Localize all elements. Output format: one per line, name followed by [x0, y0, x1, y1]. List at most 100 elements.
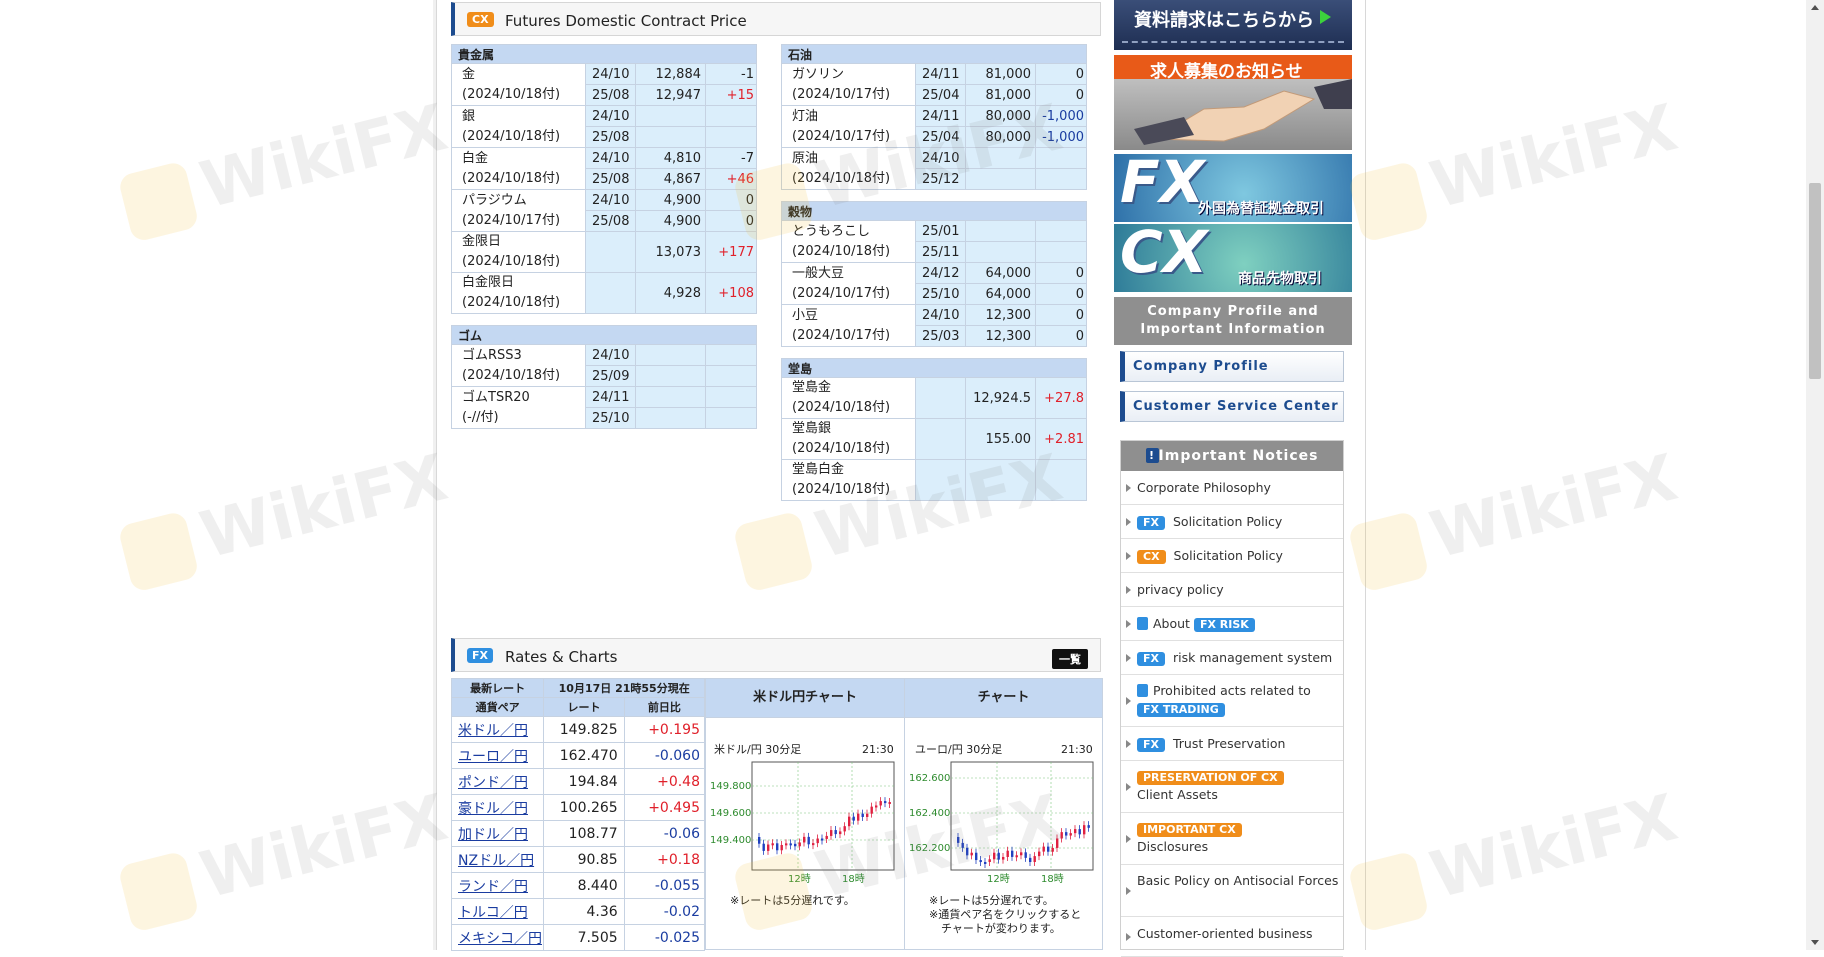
contract-name: ゴムRSS3: [462, 347, 522, 363]
contract-change: -1,000: [1035, 105, 1087, 127]
usdjpy-chart[interactable]: 米ドル/円 30分足 21:30 149.800 149.600 149.400…: [706, 717, 904, 949]
vertical-scrollbar[interactable]: [1806, 0, 1824, 950]
x-tick: 12時: [788, 873, 811, 885]
currency-pair-link[interactable]: メキシコ／円: [458, 931, 542, 947]
contract-month: 24/11: [585, 386, 636, 408]
notice-label: Corporate Philosophy: [1137, 480, 1271, 495]
chart-note: ※レートは5分遅れです。: [929, 894, 1054, 907]
currency-pair-link[interactable]: 加ドル／円: [458, 827, 528, 843]
currency-pair-link[interactable]: ランド／円: [458, 879, 528, 895]
fx-risk-tag: FX RISK: [1193, 618, 1255, 632]
contract-month: 24/12: [915, 262, 966, 284]
candle-body: [758, 837, 761, 844]
company-profile-button[interactable]: Company Profile: [1120, 351, 1344, 382]
request-materials-banner[interactable]: 資料請求はこちらから: [1114, 0, 1352, 50]
notice-label: Prohibited acts related to: [1153, 683, 1311, 698]
contract-date: (2024/10/18付): [462, 128, 561, 144]
contract-change: [1035, 147, 1087, 169]
contract-date: (2024/10/18付): [792, 170, 891, 186]
candle-body: [1069, 833, 1072, 836]
customer-service-button[interactable]: Customer Service Center: [1120, 391, 1344, 422]
y-tick: 149.600: [710, 808, 751, 819]
eurjpy-chart[interactable]: ユーロ/円 30分足 21:30 162.600 162.400 162.200…: [905, 717, 1102, 949]
notice-antisocial-forces[interactable]: Basic Policy on Antisocial Forces: [1121, 865, 1343, 917]
scroll-down-icon[interactable]: [1811, 940, 1819, 945]
view-all-button[interactable]: 一覧: [1052, 649, 1088, 669]
cx-badge: CX: [467, 12, 494, 27]
notice-cx-solicitation[interactable]: CX Solicitation Policy: [1121, 539, 1343, 573]
currency-pair-link[interactable]: ユーロ／円: [458, 749, 528, 765]
recruitment-banner[interactable]: 求人募集のお知らせ: [1114, 55, 1352, 150]
notice-label: privacy policy: [1137, 582, 1224, 597]
banner-text: 商品先物取引: [1238, 271, 1322, 287]
currency-pair-link[interactable]: NZドル／円: [458, 853, 534, 869]
contract-name: 一般大豆: [792, 265, 845, 281]
notice-fx-solicitation[interactable]: FX Solicitation Policy: [1121, 505, 1343, 539]
arrow-right-icon: [1126, 619, 1131, 628]
contract-row: ガソリン (2024/10/17付) 24/11 81,000 0: [781, 63, 1087, 106]
notice-fx-risk[interactable]: About FX RISK: [1121, 607, 1343, 641]
col-rate-header: レート: [543, 697, 625, 717]
category-header: ゴム: [451, 325, 757, 345]
contract-month: 24/11: [915, 63, 966, 85]
rate-value: 194.84: [543, 768, 625, 795]
contract-change: -1: [705, 63, 757, 85]
notice-disclosures[interactable]: IMPORTANT CX Disclosures: [1121, 813, 1343, 865]
notice-label: About: [1153, 616, 1190, 631]
candle-body: [870, 806, 873, 814]
cx-banner[interactable]: CX 商品先物取引: [1114, 224, 1352, 292]
y-tick: 162.400: [909, 808, 950, 819]
notice-trust-preservation[interactable]: FX Trust Preservation: [1121, 727, 1343, 761]
cx-tag: CX: [1137, 550, 1166, 564]
candle-body: [852, 816, 855, 821]
contract-name: 原油: [792, 150, 819, 166]
contract-change: -7: [705, 147, 757, 169]
notice-corporate-philosophy[interactable]: Corporate Philosophy: [1121, 471, 1343, 505]
contract-row: ゴムTSR20 (-//付) 24/11: [451, 386, 757, 429]
notice-prohibited-acts[interactable]: Prohibited acts related to FX TRADING: [1121, 675, 1343, 727]
contract-change: [1035, 220, 1087, 242]
fx-banner[interactable]: FX 外国為替証拠金取引: [1114, 154, 1352, 222]
scroll-up-icon[interactable]: [1811, 5, 1819, 10]
rate-change: +0.18: [623, 846, 706, 873]
scrollbar-thumb[interactable]: [1809, 183, 1821, 379]
contract-date: (2024/10/18付): [462, 367, 561, 383]
contract-row: 堂島金 (2024/10/18付) 12,924.5 +27.8: [781, 377, 1087, 419]
contract-price: [635, 126, 706, 148]
currency-pair-link[interactable]: ポンド／円: [458, 775, 528, 791]
contract-price: [965, 459, 1036, 501]
currency-pair-link[interactable]: トルコ／円: [458, 905, 528, 921]
contract-change: 0: [1035, 304, 1087, 326]
contract-row: 金 (2024/10/18付) 24/10 12,884 -1: [451, 63, 757, 106]
contract-date: (-//付): [462, 409, 499, 425]
pair-cell: 豪ドル／円: [450, 794, 545, 821]
contract-change: +2.81: [1035, 418, 1087, 460]
arrow-right-icon: [1126, 782, 1131, 791]
candle-body: [812, 843, 815, 846]
contract-price: 13,073: [635, 231, 706, 273]
contract-name-cell: ゴムTSR20 (-//付): [451, 386, 586, 429]
candle-body: [861, 813, 864, 817]
contract-price: 12,924.5: [965, 377, 1036, 419]
main-content: CX Futures Domestic Contract Price 貴金属金 (…: [450, 0, 1103, 951]
notice-risk-management[interactable]: FX risk management system: [1121, 641, 1343, 675]
usdjpy-chart-header: 米ドル円チャート: [706, 679, 904, 718]
currency-pair-link[interactable]: 豪ドル／円: [458, 801, 528, 817]
important-notices-panel: ! Important Notices Corporate Philosophy …: [1120, 440, 1344, 957]
notice-customer-oriented[interactable]: Customer-oriented business: [1121, 917, 1343, 957]
contract-name-cell: 銀 (2024/10/18付): [451, 105, 586, 148]
sidebar: 資料請求はこちらから 求人募集のお知らせ FX 外国為替証拠金取引 CX 商品先…: [1114, 0, 1352, 957]
contract-name: 金限日: [462, 234, 502, 249]
contract-month: 24/10: [915, 147, 966, 169]
chart-note: ※通貨ペア名をクリックすると: [929, 907, 1081, 921]
info-head-line: Important Information: [1140, 322, 1326, 337]
category-header: 穀物: [781, 201, 1087, 221]
contract-price: 155.00: [965, 418, 1036, 460]
currency-pair-link[interactable]: 米ドル／円: [458, 723, 528, 739]
candle-body: [821, 838, 824, 841]
notice-label: Client Assets: [1137, 787, 1218, 802]
contract-month: 25/04: [915, 84, 966, 106]
notice-privacy-policy[interactable]: privacy policy: [1121, 573, 1343, 607]
notice-client-assets[interactable]: PRESERVATION OF CX Client Assets: [1121, 761, 1343, 813]
fx-tag: FX: [1137, 652, 1165, 666]
